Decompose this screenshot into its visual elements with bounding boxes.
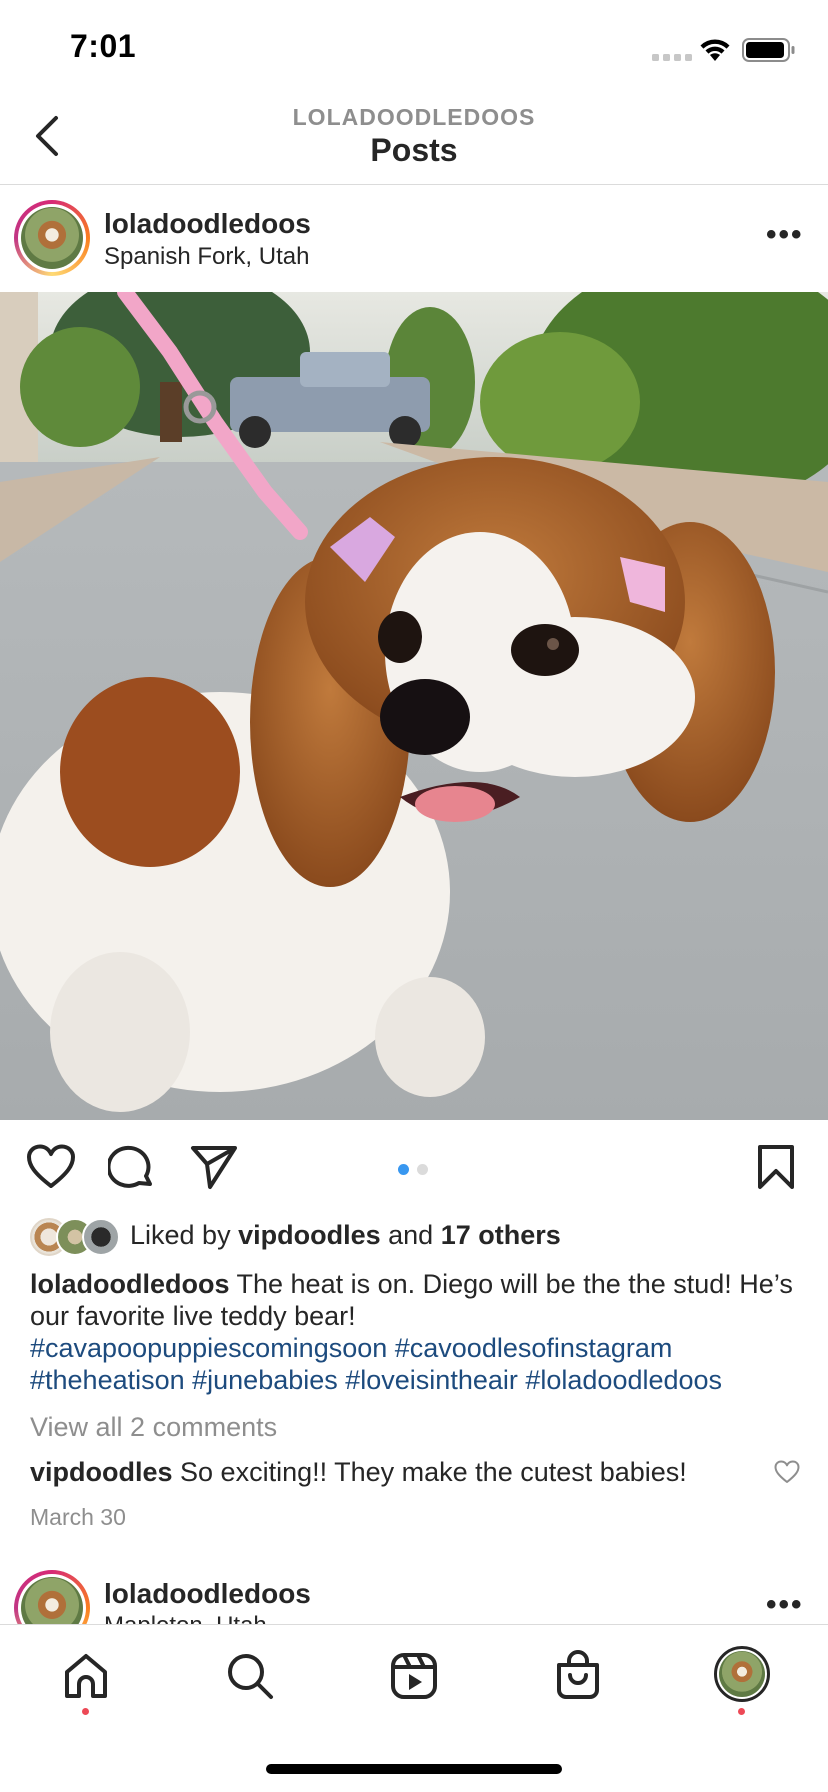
comment-text: So exciting!! They make the cutest babie… — [180, 1457, 687, 1487]
post-date: March 30 — [30, 1504, 126, 1530]
header-username: LOLADOODLEDOOS — [292, 104, 536, 130]
post-location[interactable]: Spanish Fork, Utah — [104, 243, 309, 271]
caption-hashtags-line2[interactable]: #theheatison #junebabies #loveisintheair… — [30, 1365, 722, 1395]
next-post-more-options-button[interactable]: ••• — [766, 1588, 804, 1622]
comment-bubble-icon[interactable] — [108, 1144, 156, 1192]
profile-notification-dot — [738, 1708, 745, 1715]
profile-avatar[interactable] — [714, 1646, 770, 1702]
carousel-dot-active — [398, 1164, 409, 1175]
liked-by-user[interactable]: vipdoodles — [238, 1220, 381, 1250]
home-indicator — [266, 1764, 562, 1774]
wifi-icon — [700, 39, 730, 61]
liked-by-prefix: Liked by — [130, 1220, 231, 1250]
bottom-nav-divider — [0, 1624, 828, 1625]
post-photo[interactable] — [0, 292, 828, 1120]
home-notification-dot — [82, 1708, 89, 1715]
caption-username[interactable]: loladoodledoos — [30, 1269, 230, 1299]
liked-by-text[interactable]: Liked by vipdoodles and 17 others — [130, 1220, 561, 1251]
shop-icon[interactable] — [554, 1650, 602, 1700]
liked-by-middle: and — [388, 1220, 434, 1250]
carousel-dot — [417, 1164, 428, 1175]
comment-row: vipdoodles So exciting!! They make the c… — [30, 1457, 687, 1488]
cellular-signal-icon — [652, 54, 692, 61]
view-all-comments-link[interactable]: View all 2 comments — [30, 1412, 277, 1443]
comment-username[interactable]: vipdoodles — [30, 1457, 173, 1487]
save-bookmark-icon[interactable] — [756, 1144, 796, 1190]
status-time: 7:01 — [70, 28, 137, 64]
post-more-options-button[interactable]: ••• — [766, 218, 804, 252]
liked-by-avatars[interactable] — [30, 1218, 120, 1256]
page-title: Posts — [370, 132, 458, 168]
share-paper-plane-icon[interactable] — [190, 1144, 238, 1190]
liked-by-others[interactable]: 17 others — [441, 1220, 561, 1250]
post-caption: loladoodledoos The heat is on. Diego wil… — [30, 1268, 800, 1396]
post-avatar[interactable] — [14, 200, 90, 276]
carousel-indicator — [398, 1162, 436, 1180]
comment-like-heart-icon[interactable] — [774, 1460, 800, 1484]
home-icon[interactable] — [62, 1652, 110, 1700]
header-divider — [0, 184, 828, 185]
caption-hashtags-line1[interactable]: #cavapoopuppiescomingsoon #cavoodlesofin… — [30, 1333, 672, 1363]
battery-icon — [742, 38, 795, 62]
post-username[interactable]: loladoodledoos — [104, 208, 311, 240]
search-icon[interactable] — [226, 1652, 274, 1700]
like-heart-icon[interactable] — [26, 1144, 76, 1190]
next-post-username[interactable]: loladoodledoos — [104, 1578, 311, 1610]
reels-icon[interactable] — [390, 1652, 438, 1700]
